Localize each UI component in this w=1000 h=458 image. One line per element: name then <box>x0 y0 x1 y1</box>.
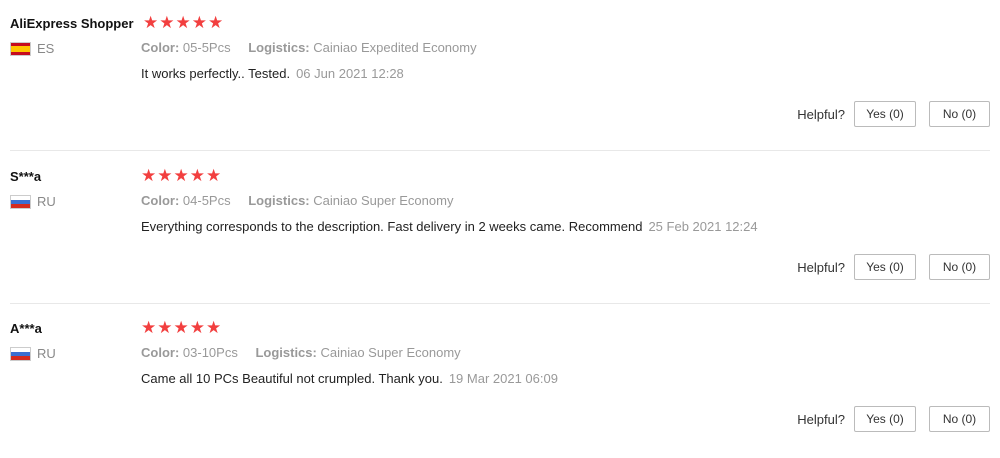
color-label: Color: <box>141 345 180 360</box>
russia-flag-icon <box>10 346 31 361</box>
helpful-yes-button[interactable]: Yes (0) <box>854 101 916 127</box>
review-item: A***a RU ★ ★ ★ ★ ★ Color: 03-10Pcs Logistics… <box>0 305 1000 458</box>
review-item: S***a RU ★ ★ ★ ★ ★ Color: 04-5Pcs Logistics:… <box>0 153 1000 306</box>
logistics-label: Logistics: <box>248 193 310 208</box>
review-text: It works perfectly.. Tested. <box>141 66 291 81</box>
star-icon: ★ <box>189 166 205 185</box>
reviewer-name: A***a <box>10 321 42 336</box>
review-meta: Color: 03-10Pcs Logistics: Cainiao Super… <box>141 345 461 360</box>
star-icon: ★ <box>173 318 189 337</box>
star-icon: ★ <box>191 13 207 32</box>
helpful-label: Helpful? <box>797 411 845 427</box>
star-icon: ★ <box>175 13 191 32</box>
review-date: 06 Jun 2021 12:28 <box>296 66 404 81</box>
review-item: AliExpress Shopper ES ★ ★ ★ ★ ★ Color: 05-5P… <box>0 0 1000 153</box>
reviewer-country: RU <box>10 346 56 361</box>
review-text-row: Everything corresponds to the descriptio… <box>141 219 758 234</box>
reviewer-country: RU <box>10 194 56 209</box>
helpful-no-button[interactable]: No (0) <box>929 101 990 127</box>
review-date: 25 Feb 2021 12:24 <box>648 219 758 234</box>
color-value: 05-5Pcs <box>182 40 231 55</box>
review-date: 19 Mar 2021 06:09 <box>448 371 558 386</box>
helpful-yes-button[interactable]: Yes (0) <box>854 406 916 432</box>
star-icon: ★ <box>157 166 173 185</box>
logistics-value: Cainiao Expedited Economy <box>313 40 477 55</box>
helpful-controls: Helpful? Yes (0) No (0) <box>797 101 990 127</box>
helpful-no-button[interactable]: No (0) <box>929 406 990 432</box>
country-code: ES <box>37 41 55 56</box>
review-text: Everything corresponds to the descriptio… <box>141 219 643 234</box>
color-value: 04-5Pcs <box>182 193 231 208</box>
star-icon: ★ <box>141 318 157 337</box>
reviewer-name: AliExpress Shopper <box>10 16 134 31</box>
star-icon: ★ <box>206 166 222 185</box>
divider <box>10 303 990 304</box>
color-value: 03-10Pcs <box>182 345 238 360</box>
color-label: Color: <box>141 40 180 55</box>
star-icon: ★ <box>208 13 224 32</box>
reviewer-country: ES <box>10 41 54 56</box>
helpful-label: Helpful? <box>797 259 845 275</box>
reviewer-name: S***a <box>10 169 42 184</box>
star-icon: ★ <box>157 318 173 337</box>
helpful-controls: Helpful? Yes (0) No (0) <box>797 254 990 280</box>
star-icon: ★ <box>143 13 159 32</box>
review-text-row: Came all 10 PCs Beautiful not crumpled. … <box>141 371 558 386</box>
russia-flag-icon <box>10 194 31 209</box>
country-code: RU <box>37 346 56 361</box>
star-icon: ★ <box>189 318 205 337</box>
review-text: Came all 10 PCs Beautiful not crumpled. … <box>141 371 443 386</box>
logistics-value: Cainiao Super Economy <box>313 193 454 208</box>
star-icon: ★ <box>141 166 157 185</box>
star-rating: ★ ★ ★ ★ ★ <box>143 14 224 31</box>
star-icon: ★ <box>173 166 189 185</box>
helpful-controls: Helpful? Yes (0) No (0) <box>797 406 990 432</box>
helpful-label: Helpful? <box>797 106 845 122</box>
logistics-label: Logistics: <box>255 345 317 360</box>
star-icon: ★ <box>159 13 175 32</box>
divider <box>10 150 990 151</box>
star-rating: ★ ★ ★ ★ ★ <box>141 319 222 336</box>
country-code: RU <box>37 194 56 209</box>
reviews-list: AliExpress Shopper ES ★ ★ ★ ★ ★ Color: 05-5P… <box>0 0 1000 443</box>
spain-flag-icon <box>10 41 31 56</box>
star-icon: ★ <box>206 318 222 337</box>
review-meta: Color: 05-5Pcs Logistics: Cainiao Expedi… <box>141 40 477 55</box>
star-rating: ★ ★ ★ ★ ★ <box>141 167 222 184</box>
color-label: Color: <box>141 193 180 208</box>
review-meta: Color: 04-5Pcs Logistics: Cainiao Super … <box>141 193 453 208</box>
helpful-yes-button[interactable]: Yes (0) <box>854 254 916 280</box>
logistics-label: Logistics: <box>248 40 310 55</box>
logistics-value: Cainiao Super Economy <box>320 345 461 360</box>
review-text-row: It works perfectly.. Tested. 06 Jun 2021 … <box>141 66 404 81</box>
helpful-no-button[interactable]: No (0) <box>929 254 990 280</box>
